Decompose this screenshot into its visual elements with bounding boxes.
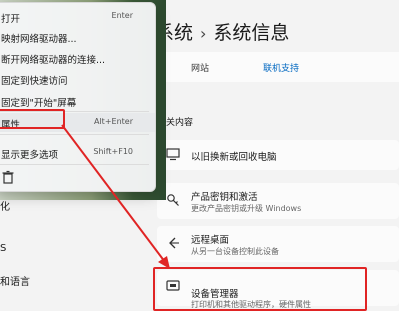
menu-item-label: 映射网络驱动器...: [1, 34, 77, 45]
menu-item-shortcut: Enter: [111, 11, 133, 20]
info-key: 网站: [191, 64, 210, 74]
online-support-link[interactable]: 联机支持: [263, 61, 299, 74]
page-title: 系统信息: [213, 22, 290, 44]
chevron-right-icon: ›: [200, 24, 207, 43]
card-subtitle: 更改产品密钥或升级 Windows: [191, 204, 302, 213]
sidebar-item-label: S: [0, 243, 7, 254]
menu-item-label: 显示更多选项: [1, 150, 59, 161]
menu-item-pin-start[interactable]: 固定到"开始"屏幕: [0, 91, 155, 110]
sidebar-item-apps[interactable]: S: [0, 243, 6, 254]
menu-item-show-more-options[interactable]: 显示更多选项 Shift+F10: [0, 143, 155, 162]
sidebar-item-time-language[interactable]: 和语言: [0, 273, 30, 288]
trade-in-card[interactable]: 以旧换新或回收电脑: [157, 140, 399, 170]
remote-desktop-card[interactable]: 远程桌面 从另一台设备控制此设备: [157, 226, 399, 262]
device-manager-highlight-box: [153, 267, 367, 311]
product-key-card[interactable]: 产品密钥和激活 更改产品密钥或升级 Windows: [157, 183, 399, 219]
properties-highlight-box: [0, 109, 65, 129]
menu-divider: [0, 134, 149, 135]
menu-item-shortcut: Alt+Enter: [93, 117, 133, 126]
menu-divider: [0, 164, 149, 165]
remote-desktop-icon: [165, 236, 181, 252]
key-icon: [165, 193, 181, 209]
menu-item-label: 固定到快速访问: [1, 76, 68, 87]
menu-item-disconnect-network-drive[interactable]: 断开网络驱动器的连接...: [0, 48, 155, 67]
card-subtitle: 从另一台设备控制此设备: [191, 247, 279, 256]
menu-item-label: 打开: [1, 14, 21, 25]
menu-item-label: 断开网络驱动器的连接...: [1, 55, 106, 66]
card-title: 以旧换新或回收电脑: [191, 152, 277, 163]
card-title: 远程桌面: [191, 235, 230, 246]
menu-item-pin-quick-access[interactable]: 固定到快速访问: [0, 69, 155, 88]
menu-item-label: 固定到"开始"屏幕: [1, 98, 77, 109]
context-menu: 打开 Enter 映射网络驱动器... 断开网络驱动器的连接... 固定到快速访问…: [0, 2, 156, 192]
menu-item-shortcut: Shift+F10: [93, 147, 133, 156]
menu-item-open[interactable]: 打开 Enter: [0, 7, 155, 26]
trash-icon[interactable]: [1, 169, 15, 184]
sidebar-item-personalization[interactable]: 化: [0, 198, 10, 213]
card-title: 产品密钥和激活: [191, 192, 258, 203]
support-info-row: 网站 联机支持: [157, 52, 399, 82]
sidebar-item-label: 化: [0, 202, 10, 213]
monitor-icon: [165, 147, 181, 163]
sidebar-item-label: 和语言: [0, 277, 30, 288]
menu-item-map-network-drive[interactable]: 映射网络驱动器...: [0, 27, 155, 46]
breadcrumb: 系统 › 系统信息: [155, 18, 289, 45]
